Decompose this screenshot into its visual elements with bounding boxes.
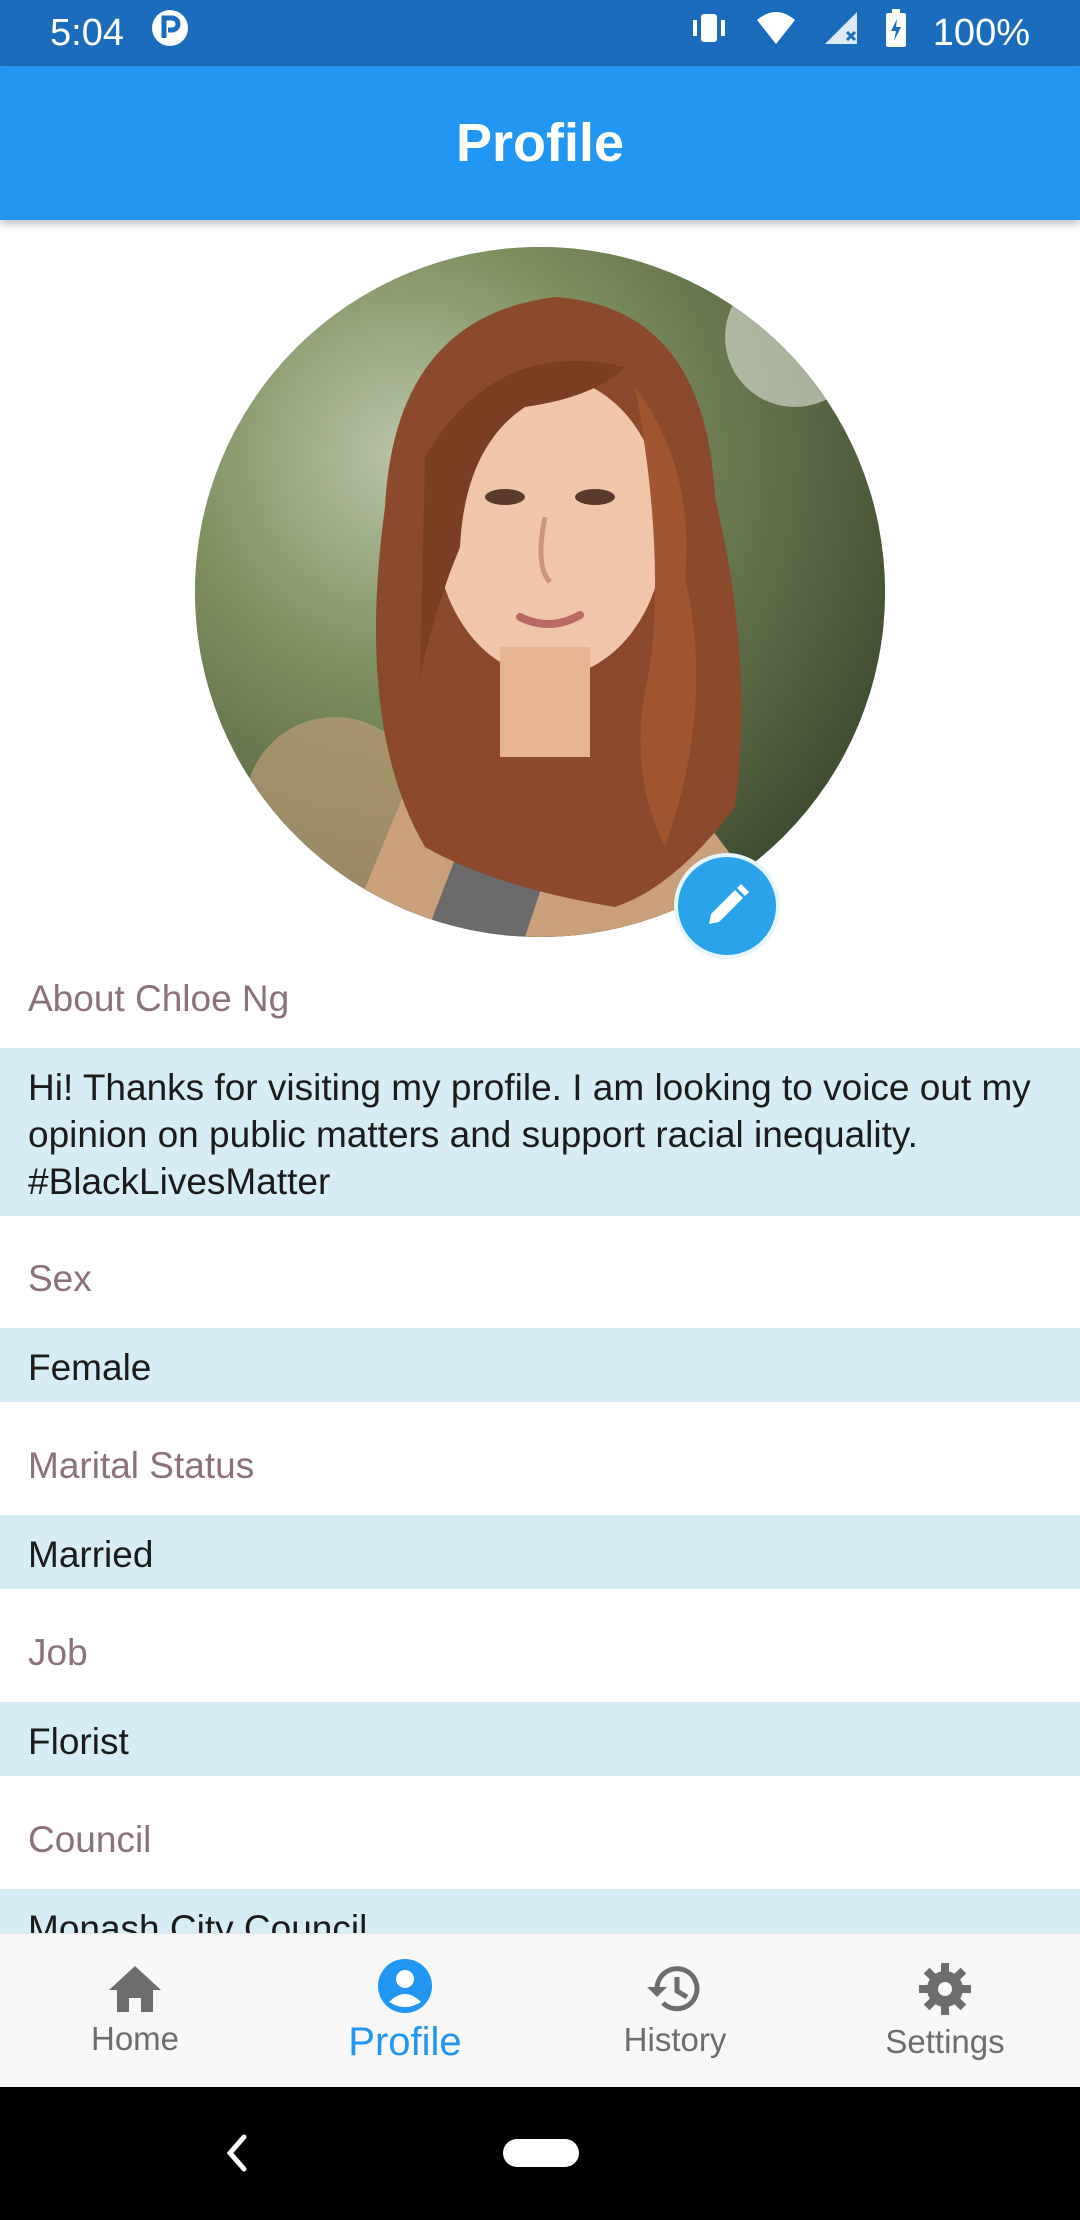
profile-content[interactable]: About Chloe Ng Hi! Thanks for visiting m…	[0, 220, 1080, 1933]
pencil-icon	[709, 884, 749, 924]
nav-settings[interactable]: Settings	[810, 1934, 1080, 2088]
about-label: About Chloe Ng	[28, 978, 290, 1019]
app-bar: Profile	[0, 66, 1080, 220]
about-value: Hi! Thanks for visiting my profile. I am…	[0, 1048, 1080, 1216]
battery-percent: 100%	[932, 11, 1030, 54]
vibrate-icon	[689, 10, 729, 56]
job-value: Florist	[0, 1702, 1080, 1776]
council-value: Monash City Council	[0, 1889, 1080, 1933]
signal-icon	[823, 10, 859, 56]
avatar[interactable]	[195, 247, 885, 937]
nav-profile[interactable]: Profile	[270, 1934, 540, 2088]
status-time: 5:04	[50, 11, 124, 54]
nav-history-label: History	[623, 2021, 727, 2058]
job-label: Job	[28, 1632, 88, 1673]
person-icon	[378, 1958, 432, 2013]
page-title: Profile	[455, 113, 625, 173]
nav-settings-label: Settings	[885, 2023, 1005, 2060]
nav-home-label: Home	[90, 2020, 180, 2057]
back-icon[interactable]	[222, 2131, 252, 2175]
nav-home[interactable]: Home	[0, 1934, 270, 2088]
nav-profile-label: Profile	[348, 2019, 462, 2064]
wifi-icon	[755, 10, 797, 56]
council-label: Council	[28, 1819, 152, 1860]
marital-status-value: Married	[0, 1515, 1080, 1589]
bottom-navigation: Home Profile History Settings	[0, 1933, 1080, 2088]
edit-avatar-button[interactable]	[674, 853, 780, 959]
app-notification-icon	[150, 8, 190, 58]
sex-value: Female	[0, 1328, 1080, 1402]
status-bar: 5:04 100%	[0, 0, 1080, 66]
system-navigation-bar	[0, 2087, 1080, 2220]
battery-charging-icon	[885, 9, 907, 57]
sex-label: Sex	[28, 1258, 92, 1299]
gear-icon	[919, 1963, 971, 2015]
avatar-container	[195, 247, 885, 959]
history-icon	[647, 1966, 700, 2012]
home-pill-button[interactable]	[503, 2139, 579, 2167]
nav-history[interactable]: History	[540, 1934, 810, 2088]
home-icon	[109, 1966, 161, 2012]
marital-status-label: Marital Status	[28, 1445, 255, 1486]
avatar-portrait	[195, 247, 885, 937]
